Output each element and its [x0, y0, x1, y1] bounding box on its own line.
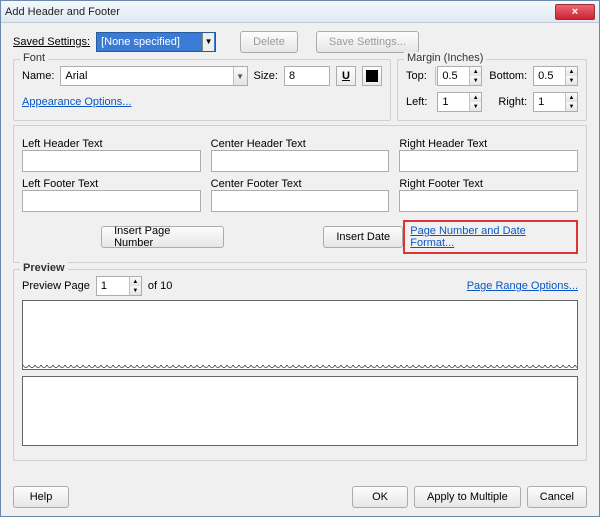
preview-page-label: Preview Page: [22, 280, 90, 292]
titlebar: Add Header and Footer ×: [1, 1, 599, 23]
margin-top-input[interactable]: [438, 67, 469, 85]
margin-group: Margin (Inches) Top: ▲▼ Bottom: ▲▼ Left:…: [397, 59, 587, 121]
preview-footer-page: [22, 376, 578, 446]
chevron-down-icon: ▼: [202, 33, 214, 51]
margin-legend: Margin (Inches): [404, 52, 486, 64]
center-footer-input[interactable]: [211, 190, 390, 212]
step-up-icon[interactable]: ▲: [566, 67, 577, 76]
margin-right-input[interactable]: [534, 93, 565, 111]
step-down-icon[interactable]: ▼: [566, 102, 577, 111]
right-header-label: Right Header Text: [399, 138, 487, 150]
margin-top-stepper[interactable]: ▲▼: [437, 66, 482, 86]
preview-page-input[interactable]: [97, 277, 129, 295]
ok-button[interactable]: OK: [352, 486, 408, 508]
close-icon: ×: [572, 6, 578, 18]
help-button[interactable]: Help: [13, 486, 69, 508]
delete-button[interactable]: Delete: [240, 31, 298, 53]
step-up-icon[interactable]: ▲: [566, 93, 577, 102]
center-header-label: Center Header Text: [211, 138, 306, 150]
left-header-input[interactable]: [22, 150, 201, 172]
dialog: Add Header and Footer × Saved Settings: …: [0, 0, 600, 517]
step-up-icon[interactable]: ▲: [470, 93, 481, 102]
margin-left-input[interactable]: [438, 93, 469, 111]
right-footer-input[interactable]: [399, 190, 578, 212]
font-legend: Font: [20, 52, 48, 64]
left-header-label: Left Header Text: [22, 138, 103, 150]
margin-right-label: Right:: [488, 96, 527, 108]
header-footer-group: Left Header Text Center Header Text Righ…: [13, 125, 587, 263]
appearance-options-link[interactable]: Appearance Options...: [22, 96, 131, 108]
step-up-icon[interactable]: ▲: [470, 67, 481, 76]
margin-left-stepper[interactable]: ▲▼: [437, 92, 482, 112]
preview-page-stepper[interactable]: ▲▼: [96, 276, 142, 296]
margin-bottom-stepper[interactable]: ▲▼: [533, 66, 578, 86]
margin-right-stepper[interactable]: ▲▼: [533, 92, 578, 112]
underline-button[interactable]: U: [336, 66, 356, 86]
preview-legend: Preview: [20, 262, 68, 274]
margin-bottom-input[interactable]: [534, 67, 565, 85]
color-swatch-icon: [366, 70, 378, 82]
center-footer-label: Center Footer Text: [211, 178, 302, 190]
margin-top-label: Top:: [406, 70, 431, 82]
saved-settings-label: Saved Settings:: [13, 36, 90, 48]
font-name-label: Name:: [22, 70, 54, 82]
step-down-icon[interactable]: ▼: [566, 76, 577, 85]
right-header-input[interactable]: [399, 150, 578, 172]
saved-settings-value: [None specified]: [101, 36, 180, 48]
chevron-down-icon: ▼: [233, 67, 247, 85]
format-link-highlight: Page Number and Date Format...: [403, 220, 578, 254]
insert-page-number-button[interactable]: Insert Page Number: [101, 226, 224, 248]
save-settings-button[interactable]: Save Settings...: [316, 31, 419, 53]
center-header-input[interactable]: [211, 150, 390, 172]
font-color-button[interactable]: [362, 66, 382, 86]
preview-header-page: [22, 300, 578, 370]
font-group: Font Name: ▼ Size: ▼ U Appea: [13, 59, 391, 121]
right-footer-label: Right Footer Text: [399, 178, 483, 190]
margin-bottom-label: Bottom:: [488, 70, 527, 82]
page-range-options-link[interactable]: Page Range Options...: [467, 280, 578, 292]
close-button[interactable]: ×: [555, 4, 595, 20]
preview-group: Preview Preview Page ▲▼ of 10 Page Range…: [13, 269, 587, 461]
font-size-dropdown[interactable]: ▼: [284, 66, 330, 86]
saved-settings-dropdown[interactable]: [None specified] ▼: [96, 32, 216, 52]
step-up-icon[interactable]: ▲: [130, 277, 141, 286]
dialog-footer: Help OK Apply to Multiple Cancel: [1, 478, 599, 516]
step-down-icon[interactable]: ▼: [470, 102, 481, 111]
margin-left-label: Left:: [406, 96, 431, 108]
page-number-date-format-link[interactable]: Page Number and Date Format...: [410, 225, 526, 249]
font-name-dropdown[interactable]: ▼: [60, 66, 247, 86]
step-down-icon[interactable]: ▼: [130, 286, 141, 295]
font-name-input[interactable]: [61, 67, 232, 85]
left-footer-label: Left Footer Text: [22, 178, 98, 190]
left-footer-input[interactable]: [22, 190, 201, 212]
underline-icon: U: [342, 70, 350, 82]
insert-date-button[interactable]: Insert Date: [323, 226, 403, 248]
apply-to-multiple-button[interactable]: Apply to Multiple: [414, 486, 521, 508]
window-title: Add Header and Footer: [5, 6, 555, 18]
cancel-button[interactable]: Cancel: [527, 486, 587, 508]
preview-of-total: of 10: [148, 280, 172, 292]
font-size-label: Size:: [254, 70, 278, 82]
step-down-icon[interactable]: ▼: [470, 76, 481, 85]
